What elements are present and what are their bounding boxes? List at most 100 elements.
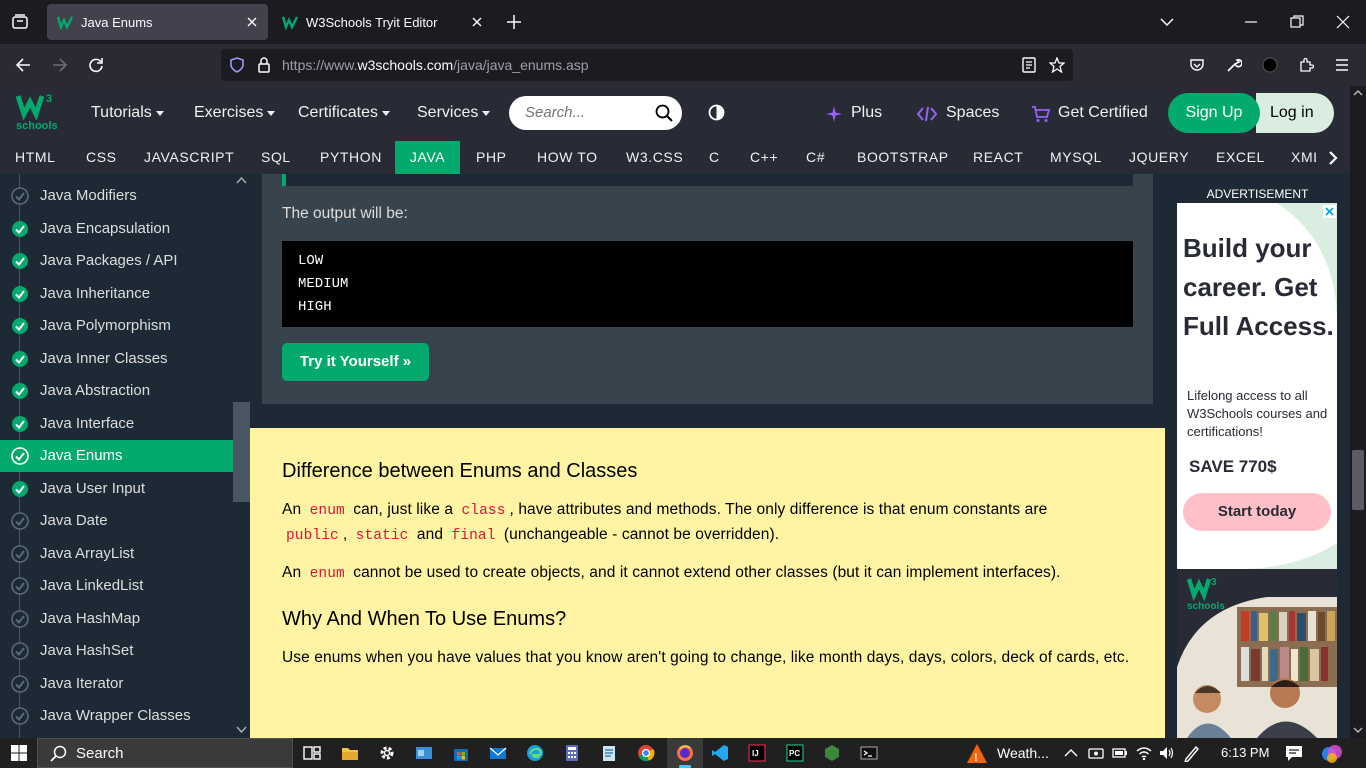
menu-exercises[interactable]: Exercises	[194, 104, 276, 122]
mail-icon[interactable]	[489, 744, 507, 762]
ad-start-button[interactable]: Start today	[1183, 493, 1331, 531]
topnav-react[interactable]: REACT	[973, 141, 1023, 174]
sidebar-item[interactable]: Java Inner Classes	[0, 343, 233, 375]
topnav-jquery[interactable]: JQUERY	[1129, 141, 1189, 174]
tab-java-enums[interactable]: Java Enums	[47, 4, 268, 40]
menu-tutorials[interactable]: Tutorials	[91, 104, 164, 122]
dark-mode-toggle-icon[interactable]	[708, 104, 725, 121]
search-box[interactable]	[509, 96, 682, 130]
wrench-icon[interactable]	[1226, 57, 1242, 73]
bookmark-star-icon[interactable]	[1049, 57, 1065, 73]
chevron-down-icon[interactable]	[1160, 15, 1174, 29]
topnav-javascript[interactable]: JAVASCRIPT	[144, 141, 234, 174]
sidebar-item[interactable]: Java Date	[0, 505, 233, 537]
weather-alert-icon[interactable]: !	[966, 743, 988, 765]
weather-text[interactable]: Weath...	[997, 745, 1049, 761]
topnav-bootstrap[interactable]: BOOTSTRAP	[857, 141, 949, 174]
ad-close-icon[interactable]	[1323, 205, 1336, 218]
sidebar-scroll-thumb[interactable]	[233, 402, 250, 502]
notepad-icon[interactable]	[600, 744, 618, 762]
back-icon[interactable]	[15, 57, 31, 73]
close-window-icon[interactable]	[1336, 15, 1350, 29]
sidebar-item[interactable]: Java Modifiers	[0, 180, 233, 212]
reload-icon[interactable]	[88, 57, 104, 73]
topnav-php[interactable]: PHP	[476, 141, 507, 174]
sidebar-item[interactable]: Java Enums	[0, 440, 233, 472]
volume-icon[interactable]	[1159, 745, 1175, 761]
menu-certificates[interactable]: Certificates	[298, 104, 391, 122]
sidebar-item[interactable]: Java User Input	[0, 473, 233, 505]
calculator-icon[interactable]	[563, 744, 581, 762]
puzzle-icon[interactable]	[1298, 57, 1314, 73]
scroll-down-icon[interactable]	[1353, 727, 1363, 734]
topnav-csharp[interactable]: C#	[806, 141, 825, 174]
tab-list-icon[interactable]	[12, 14, 28, 30]
spaces-link[interactable]: Spaces	[946, 104, 999, 122]
scroll-up-icon[interactable]	[1353, 89, 1363, 96]
close-tab-icon[interactable]	[244, 14, 260, 30]
sidebar-item[interactable]: Java Packages / API	[0, 245, 233, 277]
file-explorer-icon[interactable]	[341, 744, 359, 762]
sidebar-item[interactable]: Java ArrayList	[0, 538, 233, 570]
intellij-icon[interactable]: IJ	[748, 744, 766, 762]
clock-time[interactable]: 6:13 PM	[1221, 745, 1269, 760]
reader-view-icon[interactable]	[1021, 57, 1037, 73]
task-view-icon[interactable]	[303, 744, 321, 762]
control-panel-icon[interactable]	[415, 744, 433, 762]
log-in-button[interactable]: Log in	[1256, 93, 1334, 133]
topnav-java[interactable]: JAVA	[395, 141, 460, 174]
sidebar-item[interactable]: Java Inheritance	[0, 278, 233, 310]
sign-up-button[interactable]: Sign Up	[1168, 93, 1260, 133]
restore-icon[interactable]	[1290, 15, 1304, 29]
topnav-python[interactable]: PYTHON	[320, 141, 382, 174]
sidebar-item[interactable]: Java Wrapper Classes	[0, 700, 233, 732]
topnav-cpp[interactable]: C++	[750, 141, 778, 174]
plus-link[interactable]: Plus	[851, 104, 882, 122]
notification-icon[interactable]	[1285, 744, 1303, 762]
pocket-icon[interactable]	[1189, 57, 1205, 73]
pycharm-icon[interactable]: PC	[786, 744, 804, 762]
meet-now-icon[interactable]	[1088, 745, 1104, 761]
terminal-icon[interactable]	[860, 744, 878, 762]
topnav-c[interactable]: C	[709, 141, 720, 174]
store-icon[interactable]	[452, 744, 470, 762]
tab-tryit-editor[interactable]: W3Schools Tryit Editor	[272, 4, 493, 40]
close-tab-icon[interactable]	[469, 14, 485, 30]
chevron-up-icon[interactable]	[1064, 746, 1078, 760]
taskbar-firefox-active[interactable]	[667, 738, 703, 768]
settings-gear-icon[interactable]	[378, 744, 396, 762]
topnav-w3css[interactable]: W3.CSS	[626, 141, 683, 174]
page-scrollbar[interactable]	[1350, 86, 1366, 738]
edge-icon[interactable]	[526, 744, 544, 762]
topnav-excel[interactable]: EXCEL	[1216, 141, 1265, 174]
topnav-mysql[interactable]: MYSQL	[1050, 141, 1102, 174]
topnav-html[interactable]: HTML	[15, 141, 56, 174]
menu-icon[interactable]	[1334, 57, 1350, 73]
ad-banner-image[interactable]: 3 schools	[1177, 569, 1337, 738]
lock-icon[interactable]	[256, 57, 272, 73]
search-input[interactable]	[525, 104, 645, 121]
sidebar-item[interactable]: Java Interface	[0, 408, 233, 440]
sidebar-item[interactable]: Java HashMap	[0, 603, 233, 635]
ad-banner[interactable]: Build your career. Get Full Access. Life…	[1177, 203, 1337, 569]
sidebar-item[interactable]: Java Iterator	[0, 668, 233, 700]
sidebar-scrollbar[interactable]	[233, 174, 250, 738]
shield-icon[interactable]	[229, 57, 245, 73]
topnav-sql[interactable]: SQL	[261, 141, 291, 174]
windows-start-icon[interactable]	[11, 745, 27, 761]
taskbar-search[interactable]: Search	[37, 738, 293, 768]
scroll-up-icon[interactable]	[236, 176, 247, 184]
search-icon[interactable]	[655, 104, 673, 122]
sidebar-item[interactable]: Java Encapsulation	[0, 213, 233, 245]
nodejs-icon[interactable]	[823, 744, 841, 762]
battery-icon[interactable]	[1112, 746, 1128, 760]
vscode-icon[interactable]	[711, 744, 729, 762]
new-tab-icon[interactable]	[506, 14, 522, 30]
pen-icon[interactable]	[1183, 744, 1201, 762]
extension-icon[interactable]	[1262, 57, 1278, 73]
copilot-icon[interactable]	[1321, 743, 1343, 765]
sidebar-item[interactable]: Java Polymorphism	[0, 310, 233, 342]
topnav-howto[interactable]: HOW TO	[537, 141, 598, 174]
get-certified-link[interactable]: Get Certified	[1058, 104, 1148, 122]
chrome-icon[interactable]	[637, 744, 655, 762]
